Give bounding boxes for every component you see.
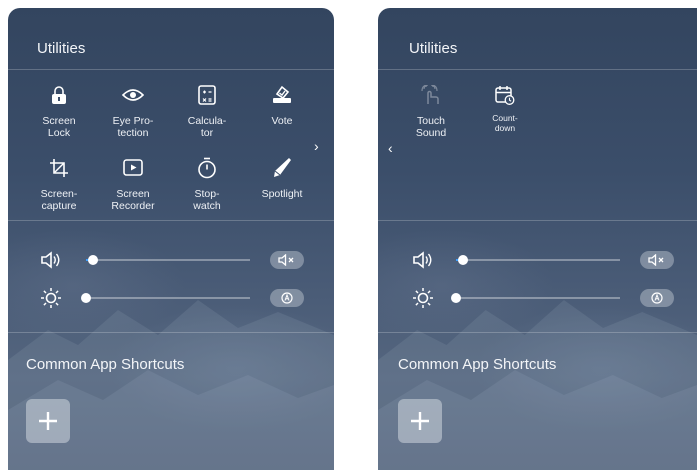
- tool-screen-lock[interactable]: Screen Lock: [27, 84, 91, 146]
- utilities-panel-right: Utilities Touch Sound Count- down ‹ Comm…: [378, 8, 697, 470]
- volume-knob[interactable]: [457, 255, 468, 265]
- tool-label: Stop- watch: [193, 188, 221, 212]
- mute-button[interactable]: [640, 251, 674, 269]
- vote-icon: [271, 84, 293, 106]
- divider: [8, 220, 334, 221]
- divider: [378, 69, 697, 70]
- brightness-knob[interactable]: [451, 293, 461, 303]
- utilities-panel-left: Utilities Screen Lock Eye Pro- tection C…: [8, 8, 334, 470]
- volume-slider-row: [40, 249, 310, 271]
- volume-icon: [413, 251, 432, 269]
- stopwatch-icon: [196, 157, 218, 179]
- brightness-icon: [41, 288, 61, 308]
- screen-lock-icon: [48, 84, 70, 106]
- divider: [378, 220, 697, 221]
- utilities-title: Utilities: [37, 40, 86, 57]
- volume-icon: [41, 251, 60, 269]
- brightness-knob[interactable]: [81, 293, 91, 303]
- tool-label: Calcula- tor: [187, 115, 227, 139]
- add-shortcut-button[interactable]: [26, 399, 70, 443]
- tool-countdown[interactable]: Count- down: [473, 84, 537, 146]
- tool-label: Screen- capture: [40, 188, 78, 212]
- tool-calculator[interactable]: Calcula- tor: [175, 84, 239, 146]
- tool-touch-sound[interactable]: Touch Sound: [399, 84, 463, 146]
- brightness-slider-row: [40, 287, 310, 309]
- tool-label: Touch Sound: [415, 115, 447, 139]
- tool-spotlight[interactable]: Spotlight: [250, 157, 314, 219]
- common-app-shortcuts-title: Common App Shortcuts: [26, 356, 185, 373]
- utilities-title: Utilities: [409, 40, 458, 57]
- eye-protection-icon: [122, 84, 144, 106]
- tool-label: Vote: [271, 115, 293, 127]
- tool-eye-protection[interactable]: Eye Pro- tection: [101, 84, 165, 146]
- tool-screen-capture[interactable]: Screen- capture: [27, 157, 91, 219]
- mute-icon: [648, 254, 664, 266]
- mute-button[interactable]: [270, 251, 304, 269]
- next-page-arrow[interactable]: ›: [314, 138, 319, 154]
- tool-label: Count- down: [492, 113, 518, 133]
- previous-page-arrow[interactable]: ‹: [388, 140, 393, 156]
- calculator-icon: [196, 84, 218, 106]
- screen-recorder-icon: [122, 157, 144, 179]
- countdown-icon: [494, 84, 516, 106]
- volume-track[interactable]: [86, 259, 250, 261]
- screen-capture-icon: [48, 157, 70, 179]
- tool-label: Screen Lock: [42, 115, 76, 139]
- tool-stopwatch[interactable]: Stop- watch: [175, 157, 239, 219]
- add-shortcut-button[interactable]: [398, 399, 442, 443]
- brightness-icon: [413, 288, 433, 308]
- plus-icon: [411, 412, 429, 430]
- common-app-shortcuts-title: Common App Shortcuts: [398, 356, 557, 373]
- auto-brightness-icon: [281, 292, 293, 304]
- brightness-track[interactable]: [456, 297, 620, 299]
- divider: [8, 332, 334, 333]
- tool-screen-recorder[interactable]: Screen Recorder: [101, 157, 165, 219]
- auto-brightness-button[interactable]: [640, 289, 674, 307]
- volume-knob[interactable]: [87, 255, 98, 265]
- divider: [8, 69, 334, 70]
- auto-brightness-button[interactable]: [270, 289, 304, 307]
- divider: [378, 332, 697, 333]
- spotlight-icon: [271, 157, 293, 179]
- tool-label: Screen Recorder: [111, 188, 155, 212]
- auto-brightness-icon: [651, 292, 663, 304]
- touch-sound-icon: [420, 84, 442, 106]
- brightness-track[interactable]: [86, 297, 250, 299]
- tool-vote[interactable]: Vote: [250, 84, 314, 146]
- tool-label: Spotlight: [261, 188, 303, 200]
- mute-icon: [278, 254, 294, 266]
- tool-label: Eye Pro- tection: [112, 115, 154, 139]
- brightness-slider-row: [410, 287, 680, 309]
- plus-icon: [39, 412, 57, 430]
- volume-slider-row: [410, 249, 680, 271]
- volume-track[interactable]: [456, 259, 620, 261]
